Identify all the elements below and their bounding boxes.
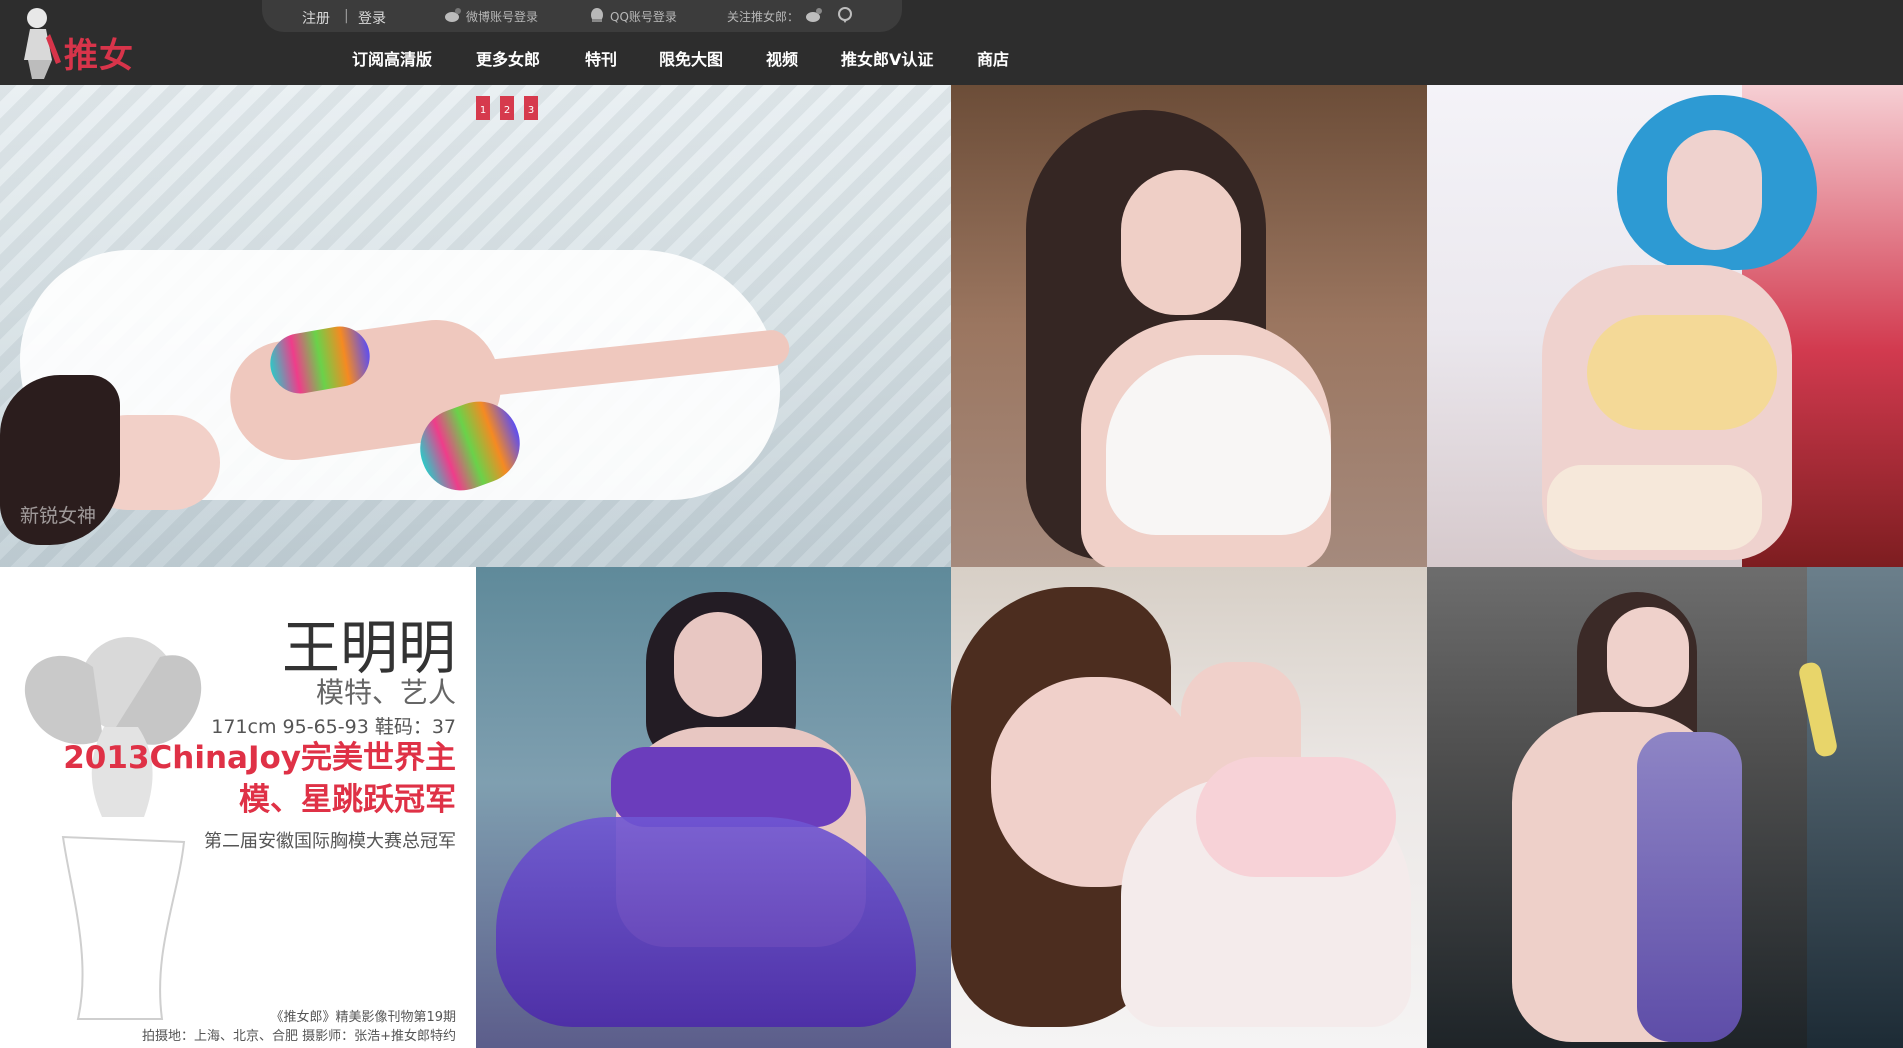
qq-login-link[interactable]: QQ账号登录 [610,8,677,25]
top-header: 推女郎 注册 | 登录 微博账号登录 QQ账号登录 关注推女郎： [0,0,1903,125]
weibo-login-link[interactable]: 微博账号登录 [466,8,538,25]
nav-subscribe-hd[interactable]: 订阅高清版 [352,46,432,70]
figure-face [1607,607,1689,707]
purple-fabric [496,817,916,1027]
login-link[interactable]: 登录 [358,8,386,28]
page: 推女郎 注册 | 登录 微博账号登录 QQ账号登录 关注推女郎： [0,0,1903,1048]
purple-top [611,747,851,827]
nav-video[interactable]: 视频 [766,46,798,70]
shoot-credit: 拍摄地：上海、北京、合肥 摄影师：张浩+推女郎特约 [141,1029,456,1044]
bikini-top [1587,315,1777,430]
lace-top [1196,757,1396,877]
bikini-bottom [1547,465,1762,550]
model-role: 模特、艺人 [315,676,456,709]
purple-cloth [1637,732,1742,1042]
nav-free-images[interactable]: 限免大图 [659,46,723,70]
tencent-weibo-icon[interactable] [837,7,855,23]
photo-watermark: 新锐女神 [20,505,97,527]
weibo-icon[interactable] [444,7,462,23]
gallery-tile-3[interactable] [1427,85,1903,567]
nav-v-certification[interactable]: 推女郎V认证 [841,46,933,70]
profile-tile[interactable]: 王明明 模特、艺人 171cm 95-65-93 鞋码：37 2013China… [0,567,476,1048]
gallery-tile-6[interactable] [1427,567,1903,1048]
register-link[interactable]: 注册 [302,8,330,28]
login-bar: 注册 | 登录 微博账号登录 QQ账号登录 关注推女郎： [262,0,902,32]
gallery-tile-1[interactable]: 新锐女神 [0,85,951,567]
slider-dot-3[interactable]: 3 [524,96,538,120]
nav-shop[interactable]: 商店 [977,46,1009,70]
nav-more-models[interactable]: 更多女郎 [476,46,540,70]
slider-dot-2[interactable]: 2 [500,96,514,120]
follow-label: 关注推女郎： [727,10,800,24]
issue-credit: 《推女郎》精美影像刊物第19期 [270,1010,456,1025]
figure-face [674,612,762,717]
nav-special[interactable]: 特刊 [585,46,617,70]
model-headline: 2013ChinaJoy完美世界主模、星跳跃冠军 [63,740,456,818]
figure-face [1121,170,1241,315]
qq-icon[interactable] [588,7,606,23]
slider-dot-1[interactable]: 1 [476,96,490,120]
model-illustration-icon [24,637,202,1020]
gallery-tile-2[interactable] [951,85,1427,567]
logo-figure-icon [24,8,61,79]
tank-top [1106,355,1331,535]
site-logo[interactable]: 推女郎 [22,4,167,125]
model-stats: 171cm 95-65-93 鞋码：37 [211,716,456,738]
model-award: 第二届安徽国际胸模大赛总冠军 [204,831,456,852]
window-panel [1807,567,1903,1048]
gallery-tile-4[interactable] [476,567,951,1048]
gallery-tile-5[interactable] [951,567,1427,1048]
main-nav: 订阅高清版 更多女郎 特刊 限免大图 视频 推女郎V认证 商店 [0,46,1903,70]
weibo-follow-icon[interactable] [805,7,823,23]
auth-separator: | [344,8,349,24]
figure-face [1667,130,1762,250]
